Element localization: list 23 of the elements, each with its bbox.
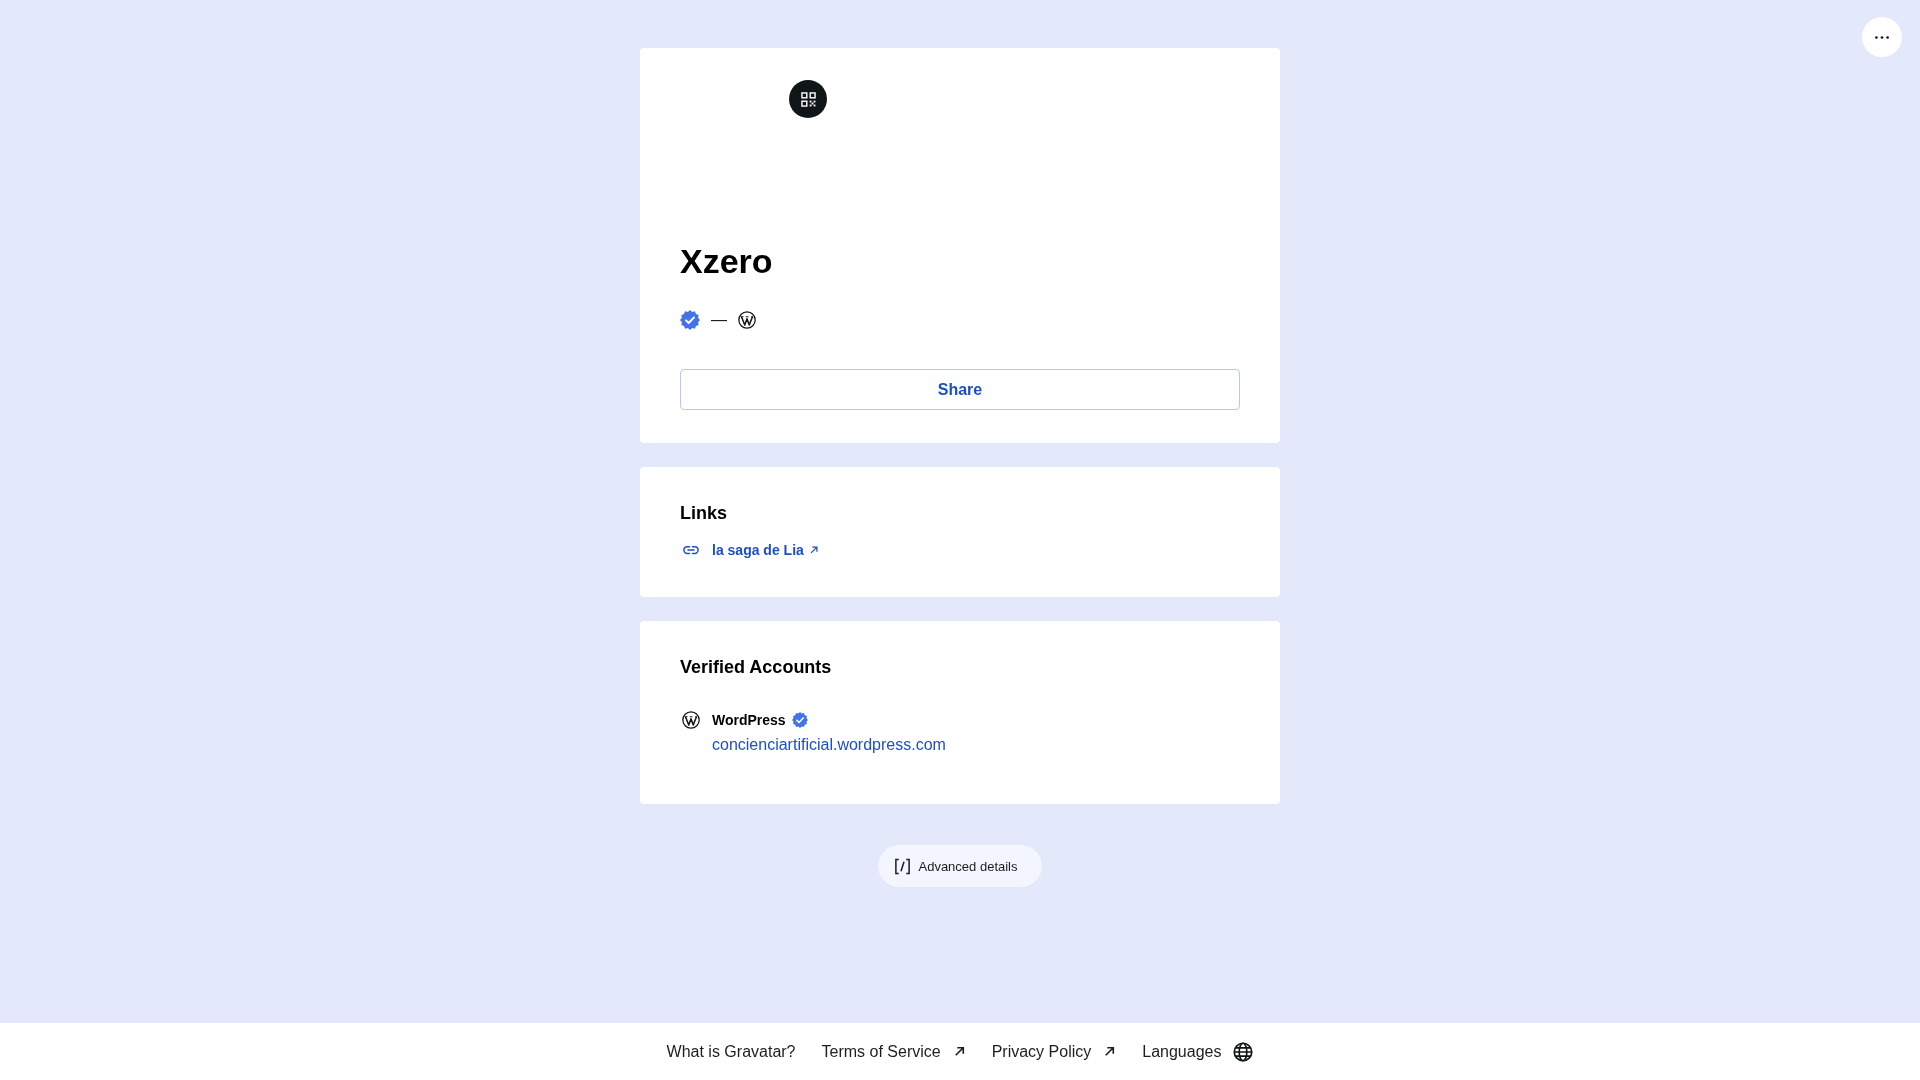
advanced-details-button[interactable]: Advanced details: [878, 845, 1042, 887]
qr-code-icon: [800, 91, 816, 107]
share-button[interactable]: Share: [680, 369, 1240, 410]
globe-icon: [1233, 1041, 1254, 1062]
separator-text: —: [711, 310, 727, 330]
profile-name: Xzero: [680, 241, 774, 282]
profile-link[interactable]: la saga de Lia: [712, 542, 819, 558]
more-icon: [1875, 35, 1889, 39]
wordpress-icon: [738, 311, 756, 329]
wordpress-icon: [682, 711, 700, 729]
account-url-link[interactable]: concienciartificial.wordpress.com: [712, 734, 946, 756]
footer-link[interactable]: What is Gravatar?: [666, 1042, 796, 1061]
footer-link[interactable]: Terms of Service: [821, 1042, 966, 1061]
code-brackets-icon: [894, 857, 912, 875]
footer-link[interactable]: Languages: [1142, 1041, 1254, 1062]
verified-accounts-heading: Verified Accounts: [680, 656, 833, 679]
arrow-up-right-icon: [1103, 1045, 1117, 1058]
account-service-name: WordPress: [712, 712, 786, 728]
footer-link[interactable]: Privacy Policy: [991, 1042, 1117, 1061]
arrow-up-right-icon: [952, 1045, 966, 1058]
qr-code-button[interactable]: [789, 80, 827, 118]
links-heading: Links: [680, 502, 728, 525]
arrow-up-right-icon: [808, 545, 819, 555]
